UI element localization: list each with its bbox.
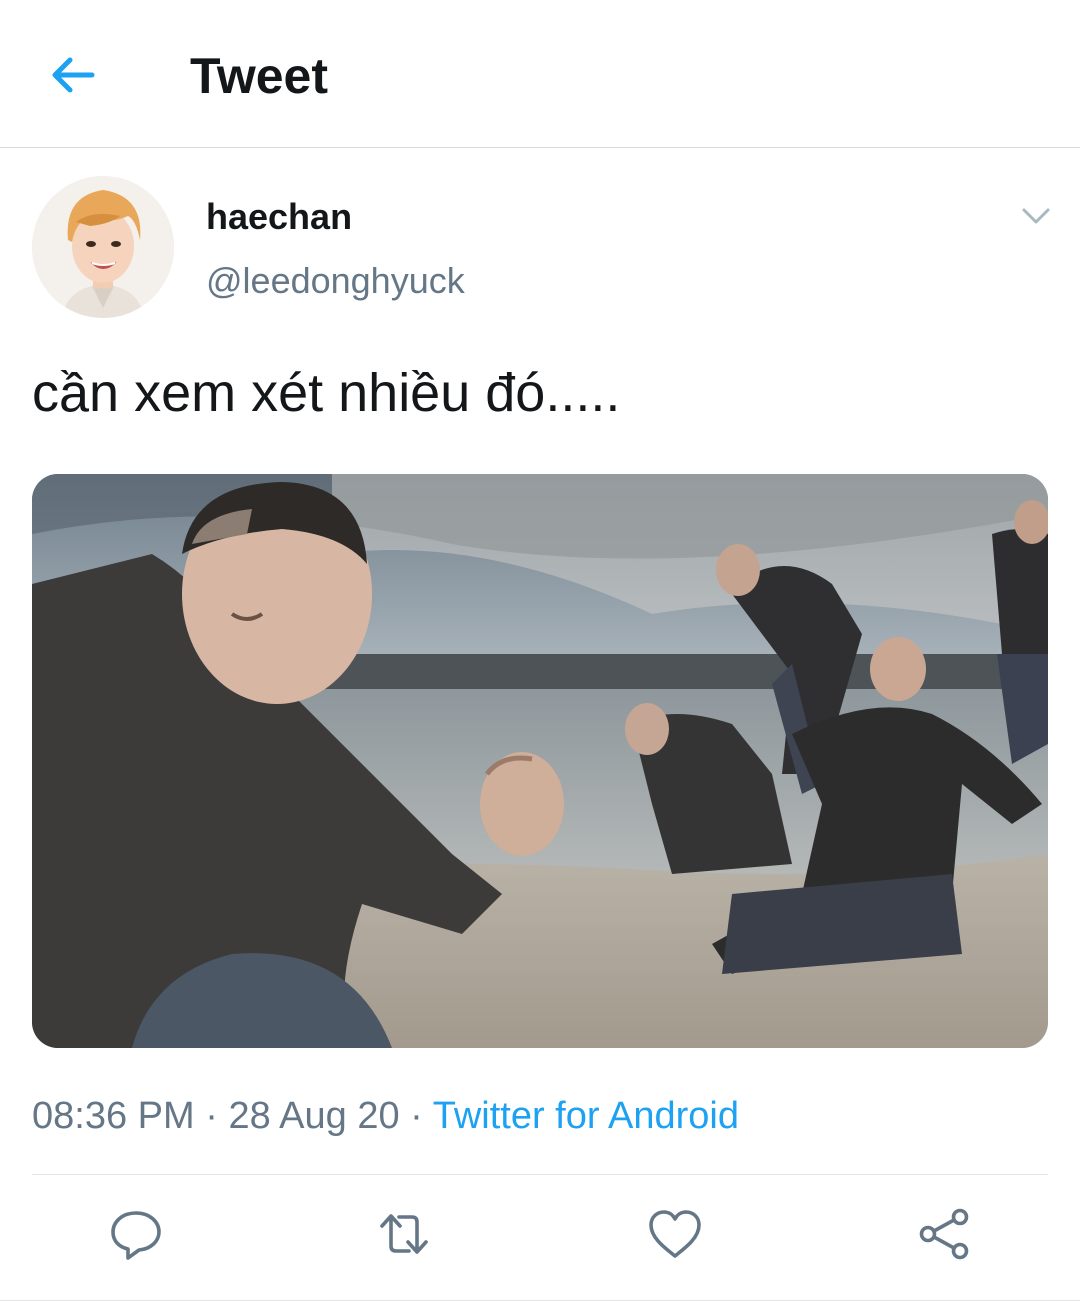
bottom-divider bbox=[0, 1300, 1080, 1301]
meta-separator: · bbox=[205, 1095, 218, 1137]
retweet-button[interactable] bbox=[374, 1204, 434, 1264]
tweet-metadata: 08:36 PM · 28 Aug 20 · Twitter for Andro… bbox=[32, 1092, 739, 1140]
tweet-source-link[interactable]: Twitter for Android bbox=[433, 1095, 739, 1137]
tweet-date: 28 Aug 20 bbox=[228, 1095, 400, 1137]
top-bar: Tweet bbox=[0, 0, 1080, 148]
meta-separator: · bbox=[410, 1095, 423, 1137]
tweet-options-button[interactable] bbox=[1016, 196, 1056, 236]
author-handle: @leedonghyuck bbox=[206, 260, 465, 301]
author-display-name[interactable]: haechan bbox=[206, 196, 352, 238]
page-title: Tweet bbox=[190, 48, 328, 104]
chevron-down-icon bbox=[1022, 208, 1050, 224]
back-button[interactable] bbox=[48, 50, 98, 100]
heart-icon bbox=[649, 1210, 701, 1258]
tweet-time: 08:36 PM bbox=[32, 1095, 195, 1137]
avatar[interactable] bbox=[32, 176, 174, 318]
divider bbox=[32, 1174, 1048, 1175]
tweet-photo[interactable] bbox=[32, 474, 1048, 1048]
share-button[interactable] bbox=[914, 1204, 974, 1264]
like-button[interactable] bbox=[645, 1204, 705, 1264]
reply-button[interactable] bbox=[106, 1204, 166, 1264]
profile-photo bbox=[32, 176, 174, 318]
meme-photo bbox=[32, 474, 1048, 1048]
retweet-icon bbox=[380, 1214, 428, 1254]
arrow-left-icon bbox=[52, 57, 95, 93]
tweet-text: cần xem xét nhiều đó..... bbox=[32, 363, 621, 423]
reply-icon bbox=[111, 1211, 161, 1260]
share-icon bbox=[919, 1208, 969, 1260]
